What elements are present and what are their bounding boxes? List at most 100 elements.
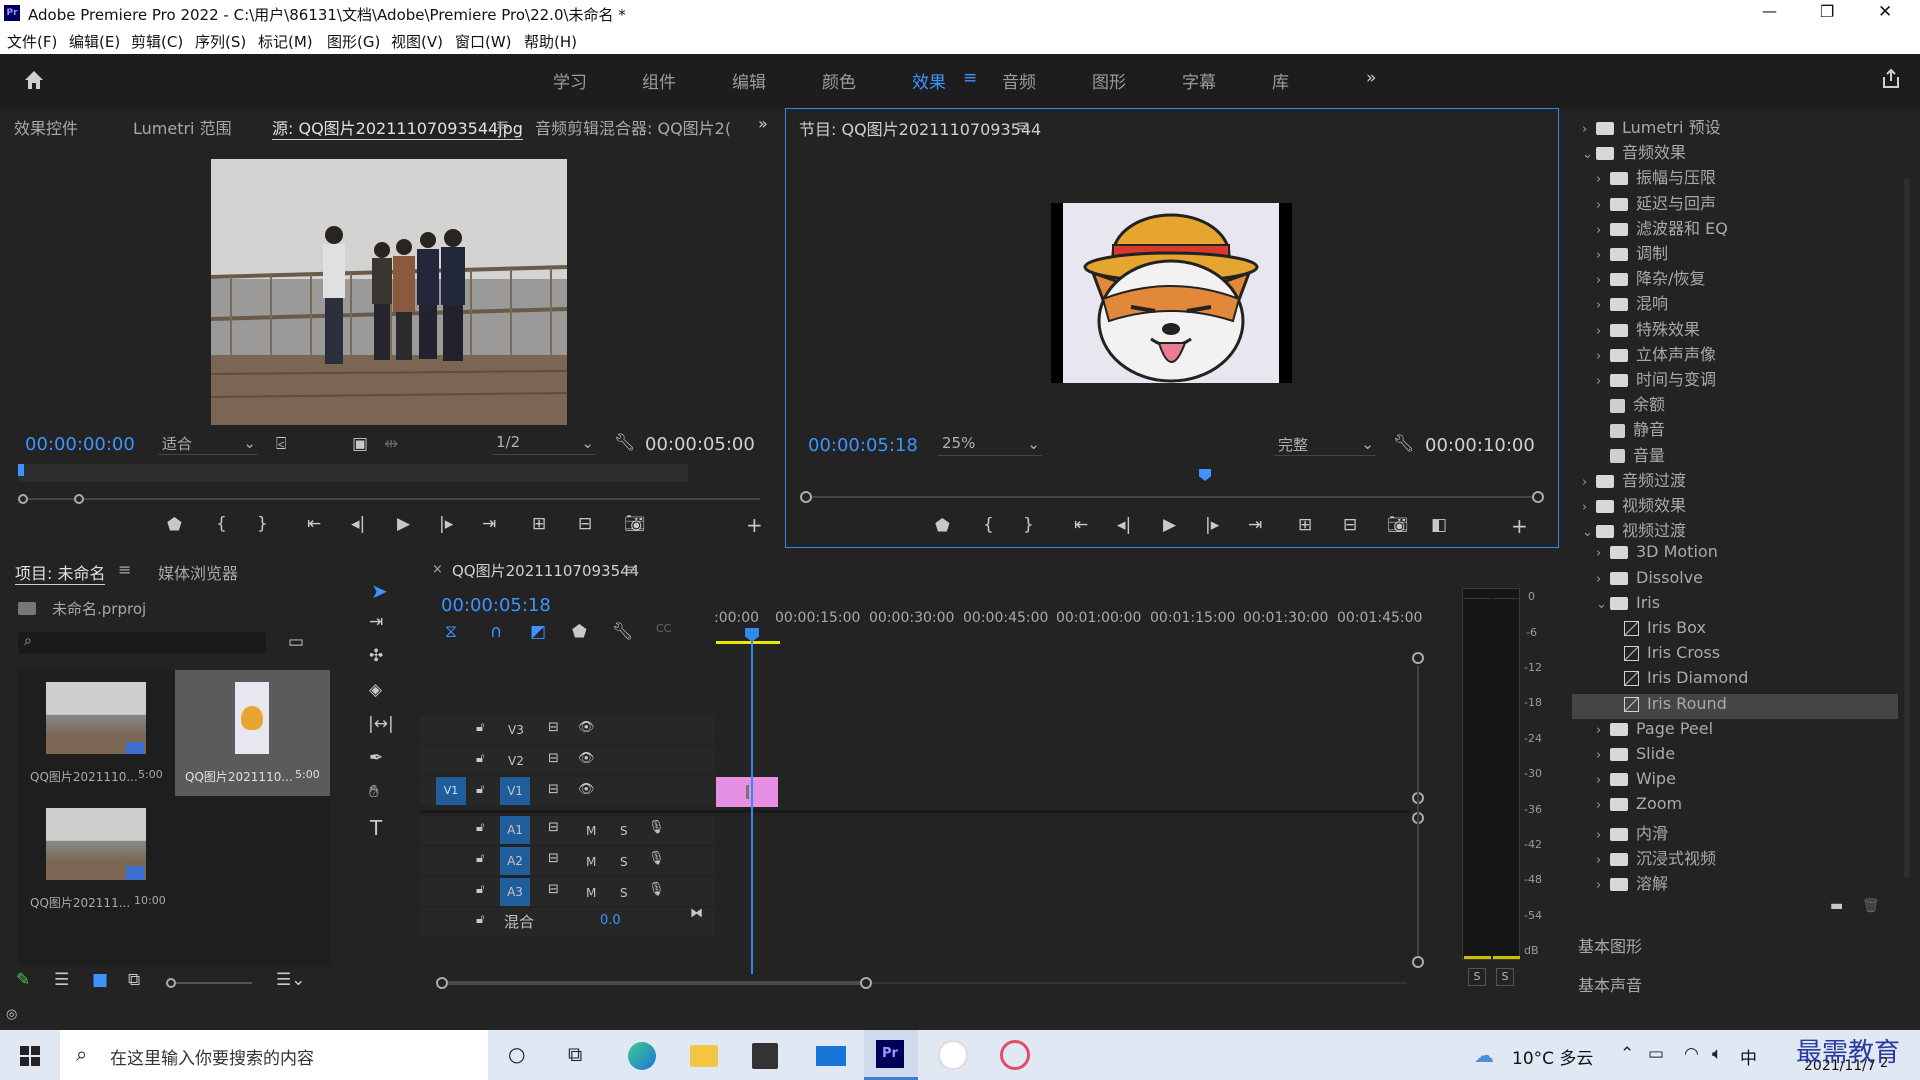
- effects-tree-item[interactable]: › 内滑: [1572, 820, 1898, 845]
- task-view-icon[interactable]: ⧉: [568, 1042, 582, 1066]
- workspace-tab-captions[interactable]: 字幕: [1182, 68, 1216, 93]
- program-panel-menu-icon[interactable]: ≡: [1016, 116, 1029, 135]
- list-item[interactable]: QQ图片202111... 10:00: [18, 796, 174, 922]
- tab-media-browser[interactable]: 媒体浏览器: [158, 560, 238, 584]
- thumbnail-size-slider[interactable]: [166, 978, 252, 988]
- trash-icon[interactable]: 🗑︎: [1862, 898, 1880, 914]
- effects-tree-item[interactable]: 音量: [1572, 442, 1898, 467]
- timeline-zoom-bar[interactable]: [436, 976, 1411, 990]
- audio-scrollbar-handle[interactable]: [1412, 956, 1424, 968]
- play-icon[interactable]: ▶: [1163, 515, 1176, 535]
- menu-clip[interactable]: 剪辑(C): [131, 31, 183, 52]
- chevron-right-icon[interactable]: ›: [1596, 349, 1610, 364]
- project-search-input[interactable]: ⌕: [18, 632, 266, 654]
- icon-view-icon[interactable]: ■: [92, 970, 108, 990]
- add-marker-icon[interactable]: ⬟: [167, 515, 182, 535]
- effects-tree-item[interactable]: › Slide: [1572, 744, 1898, 769]
- menu-window[interactable]: 窗口(W): [455, 31, 512, 52]
- workspace-more-icon[interactable]: »: [1366, 68, 1376, 88]
- tab-lumetri-scopes[interactable]: Lumetri 范围: [133, 115, 232, 139]
- lift-icon[interactable]: ⊞: [1298, 515, 1312, 535]
- microphone-icon[interactable]: 🎙︎: [648, 820, 665, 835]
- solo-button[interactable]: S: [620, 855, 628, 869]
- close-button[interactable]: ✕: [1878, 2, 1892, 22]
- solo-button[interactable]: S: [620, 824, 628, 838]
- go-to-out-icon[interactable]: ⧓: [690, 906, 703, 921]
- add-button-icon[interactable]: +: [746, 513, 763, 537]
- export-frame-small-icon[interactable]: ▣: [352, 434, 368, 454]
- tab-source[interactable]: 源: QQ图片20211107093544jpg: [272, 115, 523, 140]
- chevron-right-icon[interactable]: ›: [1596, 878, 1610, 893]
- chevron-right-icon[interactable]: ›: [1596, 723, 1610, 738]
- cortana-icon[interactable]: ○: [508, 1042, 525, 1066]
- solo-right-button[interactable]: S: [1496, 968, 1514, 986]
- chevron-right-icon[interactable]: ›: [1582, 122, 1596, 137]
- panel-overflow-icon[interactable]: »: [758, 114, 768, 133]
- menu-graphics[interactable]: 图形(G): [327, 31, 380, 52]
- microphone-icon[interactable]: 🎙︎: [648, 851, 665, 866]
- effects-tree-item[interactable]: › 滤波器和 EQ: [1572, 215, 1898, 240]
- chevron-right-icon[interactable]: ›: [1596, 748, 1610, 763]
- chevron-right-icon[interactable]: ›: [1596, 798, 1610, 813]
- mix-value[interactable]: 0.0: [600, 913, 621, 928]
- timeline-timecode[interactable]: 00:00:05:18: [441, 595, 551, 616]
- solo-left-button[interactable]: S: [1468, 968, 1486, 986]
- type-tool-icon[interactable]: T: [370, 816, 382, 840]
- program-scrub-bar[interactable]: [800, 469, 1544, 509]
- chevron-right-icon[interactable]: ›: [1596, 172, 1610, 187]
- program-timecode[interactable]: 00:00:05:18: [808, 435, 918, 456]
- effects-tree-item[interactable]: 静音: [1572, 416, 1898, 441]
- home-icon[interactable]: [22, 68, 46, 92]
- workspace-tab-editing[interactable]: 编辑: [732, 68, 766, 93]
- sort-icon[interactable]: ☰⌄: [276, 970, 305, 990]
- effects-tree-item[interactable]: 余额: [1572, 391, 1898, 416]
- extract-icon[interactable]: ⊟: [1343, 515, 1357, 535]
- wrench-icon[interactable]: 🔧︎: [614, 433, 636, 453]
- mail-icon[interactable]: [816, 1046, 846, 1066]
- effects-tree-item[interactable]: › Dissolve: [1572, 568, 1898, 593]
- taskbar-premiere-icon[interactable]: Pr: [864, 1030, 918, 1080]
- source-zoom-bar[interactable]: [18, 494, 760, 504]
- lock-icon[interactable]: 🔓︎: [476, 782, 484, 797]
- file-explorer-icon[interactable]: [690, 1045, 718, 1067]
- new-bin-icon[interactable]: ▬: [1830, 898, 1843, 914]
- workspace-tab-color[interactable]: 颜色: [822, 68, 856, 93]
- chevron-right-icon[interactable]: ›: [1596, 773, 1610, 788]
- maximize-button[interactable]: ❐: [1820, 2, 1834, 21]
- add-button-icon[interactable]: +: [1511, 514, 1528, 538]
- eye-icon[interactable]: 👁︎: [578, 720, 595, 735]
- mark-out-icon[interactable]: }: [1023, 515, 1034, 535]
- wifi-icon[interactable]: ◠: [1684, 1044, 1699, 1064]
- effects-tree-item[interactable]: › Wipe: [1572, 769, 1898, 794]
- list-item[interactable]: QQ图片2021110... 5:00: [175, 670, 330, 796]
- effects-tree-item[interactable]: › 混响: [1572, 290, 1898, 315]
- chevron-right-icon[interactable]: ›: [1596, 223, 1610, 238]
- program-playhead[interactable]: [1199, 469, 1211, 481]
- sequence-menu-icon[interactable]: ≡: [625, 560, 638, 579]
- step-back-icon[interactable]: ◂|: [1117, 515, 1131, 535]
- workspace-tab-effects[interactable]: 效果: [912, 68, 946, 93]
- effects-tree-item[interactable]: › 音频过渡: [1572, 467, 1898, 492]
- notification-count[interactable]: 2: [1880, 1056, 1888, 1071]
- tab-audio-clip-mixer[interactable]: 音频剪辑混合器: QQ图片2(: [535, 115, 731, 139]
- windows-start-icon[interactable]: [20, 1046, 40, 1066]
- sync-lock-icon[interactable]: ⊟: [548, 720, 559, 735]
- linked-selection-icon[interactable]: ∩: [490, 622, 502, 642]
- track-label-v2[interactable]: V2: [508, 754, 524, 768]
- lock-icon[interactable]: 🔓︎: [476, 851, 484, 866]
- sync-lock-icon[interactable]: ⊟: [548, 851, 559, 866]
- new-bin-search-icon[interactable]: ▭: [288, 632, 304, 652]
- lock-icon[interactable]: 🔓︎: [476, 720, 484, 735]
- sync-lock-icon[interactable]: ⊟: [548, 882, 559, 897]
- chevron-up-icon[interactable]: ⌃: [1620, 1044, 1634, 1064]
- safe-margins-icon[interactable]: ⍃: [276, 434, 286, 454]
- volume-icon[interactable]: 🔈︎: [1712, 1044, 1722, 1064]
- effects-tree-item[interactable]: ⌄ Iris: [1572, 593, 1898, 618]
- timeline-clip[interactable]: [716, 777, 778, 807]
- workspace-tab-assembly[interactable]: 组件: [642, 68, 676, 93]
- effects-tree-item[interactable]: › 沉浸式视频: [1572, 845, 1898, 870]
- lock-icon[interactable]: 🔓︎: [476, 912, 484, 927]
- effects-tree-item[interactable]: ⌄ 音频效果: [1572, 139, 1898, 164]
- minimize-button[interactable]: —: [1762, 2, 1777, 20]
- menu-view[interactable]: 视图(V): [391, 31, 443, 52]
